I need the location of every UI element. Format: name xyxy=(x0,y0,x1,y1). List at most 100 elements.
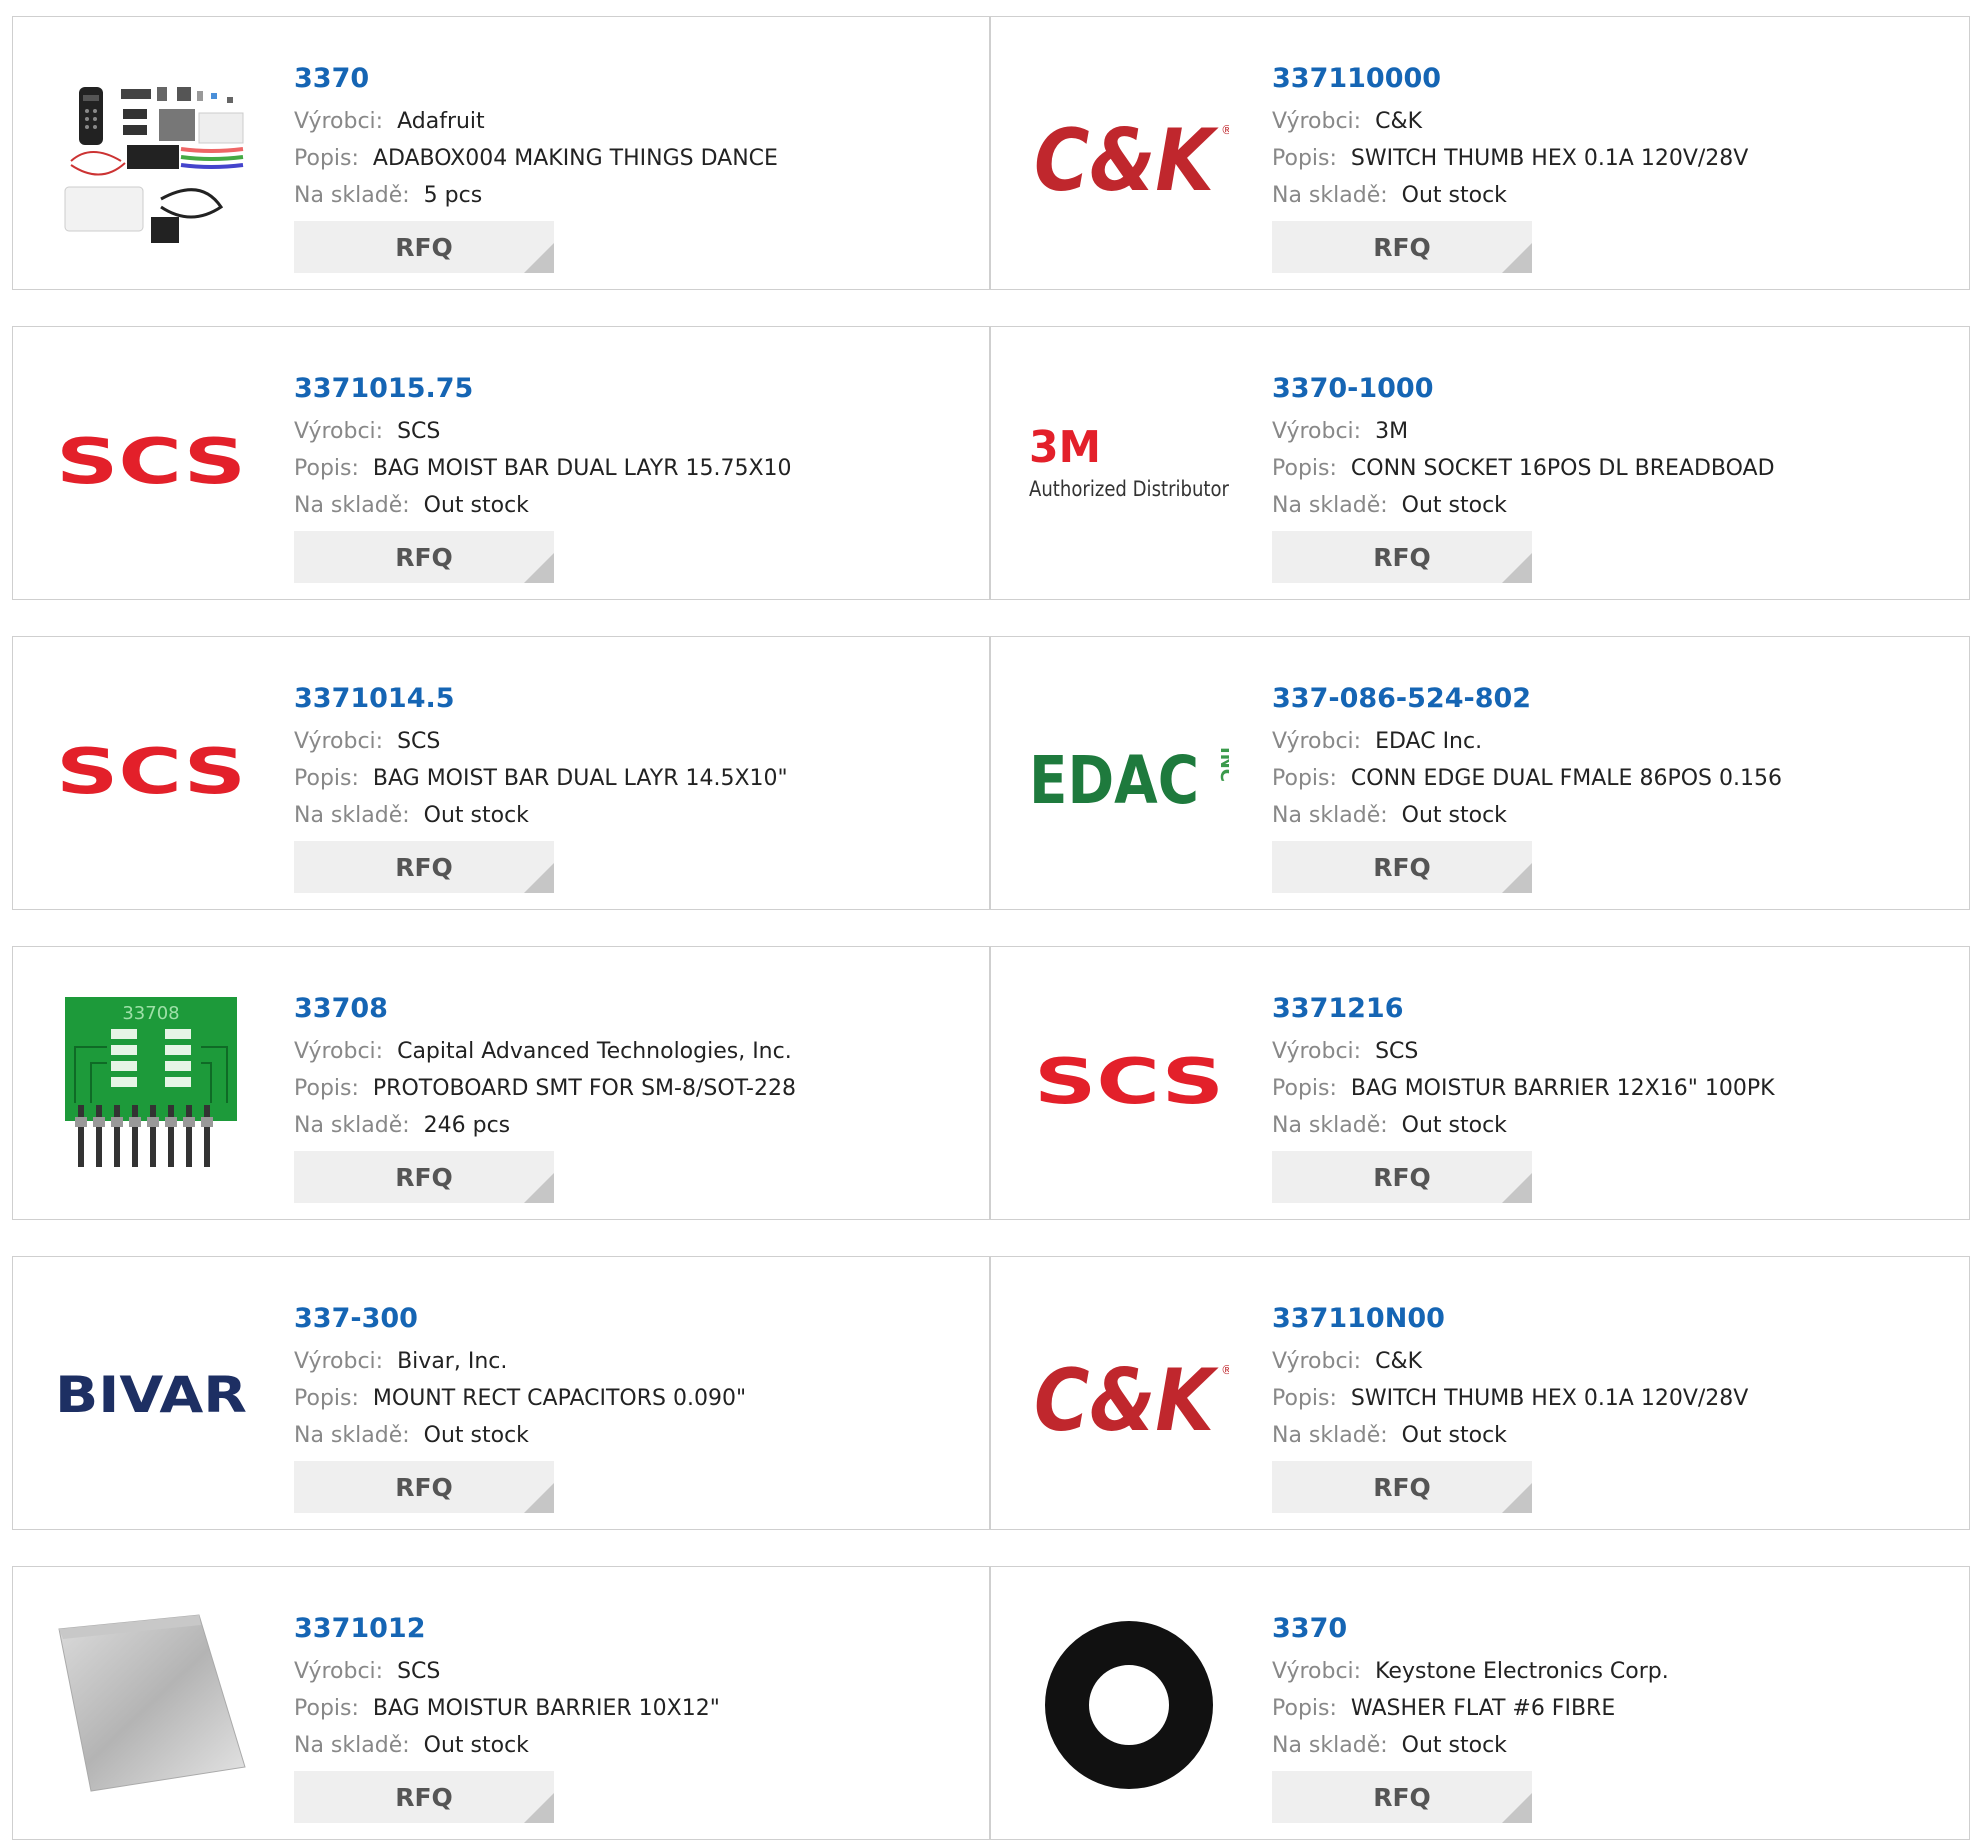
3m-logo: 3M Authorized Distributor xyxy=(1029,422,1229,501)
part-number-link[interactable]: 337110N00 xyxy=(1272,1303,1959,1335)
manufacturer-value: EDAC Inc. xyxy=(1375,729,1483,754)
manufacturer-row: Výrobci: Capital Advanced Technologies, I… xyxy=(294,1033,979,1070)
product-image[interactable]: SCS xyxy=(51,677,251,873)
part-number-link[interactable]: 3371015.75 xyxy=(294,373,979,405)
description-row: Popis: ADABOX004 MAKING THINGS DANCE xyxy=(294,140,979,177)
product-row: 3370 Výrobci: Adafruit Popis: ADABOX004 MA… xyxy=(12,16,1970,292)
part-number-link[interactable]: 3370-1000 xyxy=(1272,373,1959,405)
stock-value: Out stock xyxy=(423,493,529,518)
stock-value: Out stock xyxy=(1401,493,1507,518)
rfq-label: RFQ xyxy=(395,232,453,262)
description-value: BAG MOIST BAR DUAL LAYR 15.75X10 xyxy=(372,456,792,481)
scs-logo-text: SCS xyxy=(56,425,246,498)
product-image[interactable]: SCS xyxy=(1029,987,1229,1183)
part-number-link[interactable]: 337-300 xyxy=(294,1303,979,1335)
product-image[interactable]: 33708 xyxy=(51,987,251,1183)
part-number-link[interactable]: 3371012 xyxy=(294,1613,979,1645)
product-image[interactable]: 3M Authorized Distributor xyxy=(1029,367,1229,563)
rfq-button[interactable]: RFQ xyxy=(1272,221,1532,273)
product-card: 3371012 Výrobci: SCS Popis: BAG MOISTUR BA… xyxy=(12,1566,990,1840)
description-label: Popis: xyxy=(294,1386,359,1411)
stock-value: 246 pcs xyxy=(423,1113,511,1138)
manufacturer-value: 3M xyxy=(1375,419,1409,444)
scs-logo: SCS xyxy=(1034,1045,1224,1118)
description-value: WASHER FLAT #6 FIBRE xyxy=(1350,1696,1616,1721)
description-value: BAG MOISTUR BARRIER 12X16" 100PK xyxy=(1350,1076,1775,1101)
stock-value: Out stock xyxy=(1401,803,1507,828)
description-row: Popis: CONN SOCKET 16POS DL BREADBOAD xyxy=(1272,450,1959,487)
rfq-button[interactable]: RFQ xyxy=(294,1771,554,1823)
manufacturer-label: Výrobci: xyxy=(294,1659,384,1684)
manufacturer-label: Výrobci: xyxy=(294,1039,384,1064)
scs-logo-text: SCS xyxy=(56,735,246,808)
product-row: SCS 3371014.5 Výrobci: SCS Popis: BAG MOIS… xyxy=(12,636,1970,912)
product-info: 337110N00 Výrobci: C&K Popis: SWITCH THUMB… xyxy=(1272,1303,1959,1454)
product-image[interactable]: EDAC INC xyxy=(1029,677,1229,873)
rfq-button[interactable]: RFQ xyxy=(1272,531,1532,583)
rfq-button[interactable]: RFQ xyxy=(294,531,554,583)
description-value: SWITCH THUMB HEX 0.1A 120V/28V xyxy=(1350,1386,1749,1411)
product-info: 3371014.5 Výrobci: SCS Popis: BAG MOIST BA… xyxy=(294,683,979,834)
product-image[interactable] xyxy=(1029,1607,1229,1803)
rfq-label: RFQ xyxy=(395,1782,453,1812)
description-label: Popis: xyxy=(294,1076,359,1101)
rfq-button[interactable]: RFQ xyxy=(294,1151,554,1203)
description-row: Popis: MOUNT RECT CAPACITORS 0.090" xyxy=(294,1380,979,1417)
edac-logo-text: EDAC xyxy=(1029,742,1199,815)
rfq-button[interactable]: RFQ xyxy=(1272,1461,1532,1513)
description-value: CONN EDGE DUAL FMALE 86POS 0.156 xyxy=(1350,766,1782,791)
ck-logo-text: C&K xyxy=(1034,111,1219,210)
rfq-button[interactable]: RFQ xyxy=(1272,1151,1532,1203)
rfq-corner-decoration xyxy=(524,1173,554,1203)
description-label: Popis: xyxy=(294,1696,359,1721)
product-info: 3371216 Výrobci: SCS Popis: BAG MOISTUR BA… xyxy=(1272,993,1959,1144)
product-image[interactable]: BIVAR xyxy=(51,1297,251,1493)
3m-logo-subtitle: Authorized Distributor xyxy=(1029,477,1229,501)
stock-value: Out stock xyxy=(1401,1733,1507,1758)
product-image[interactable]: C&K ® xyxy=(1029,57,1229,253)
part-number-link[interactable]: 3371014.5 xyxy=(294,683,979,715)
product-image[interactable] xyxy=(51,1607,251,1803)
rfq-button[interactable]: RFQ xyxy=(1272,841,1532,893)
manufacturer-row: Výrobci: Adafruit xyxy=(294,103,979,140)
part-number-link[interactable]: 337-086-524-802 xyxy=(1272,683,1959,715)
rfq-label: RFQ xyxy=(1373,1782,1431,1812)
stock-row: Na skladě: Out stock xyxy=(1272,797,1959,834)
rfq-button[interactable]: RFQ xyxy=(294,841,554,893)
stock-row: Na skladě: Out stock xyxy=(1272,177,1959,214)
stock-label: Na skladě: xyxy=(1272,803,1388,828)
part-number-link[interactable]: 3371216 xyxy=(1272,993,1959,1025)
product-card: 3M Authorized Distributor 3370-1000 Výro… xyxy=(990,326,1970,600)
description-label: Popis: xyxy=(294,456,359,481)
stock-row: Na skladě: Out stock xyxy=(1272,487,1959,524)
product-card: 3370 Výrobci: Adafruit Popis: ADABOX004 MA… xyxy=(12,16,990,290)
rfq-label: RFQ xyxy=(1373,232,1431,262)
rfq-button[interactable]: RFQ xyxy=(294,221,554,273)
manufacturer-row: Výrobci: SCS xyxy=(1272,1033,1959,1070)
rfq-label: RFQ xyxy=(395,1162,453,1192)
description-row: Popis: BAG MOIST BAR DUAL LAYR 15.75X10 xyxy=(294,450,979,487)
manufacturer-label: Výrobci: xyxy=(1272,419,1362,444)
stock-label: Na skladě: xyxy=(294,1423,410,1448)
stock-label: Na skladě: xyxy=(294,493,410,518)
stock-value: Out stock xyxy=(423,1733,529,1758)
product-image[interactable]: SCS xyxy=(51,367,251,563)
product-image[interactable] xyxy=(51,57,251,253)
manufacturer-label: Výrobci: xyxy=(1272,109,1362,134)
manufacturer-label: Výrobci: xyxy=(1272,1039,1362,1064)
product-image[interactable]: C&K ® xyxy=(1029,1297,1229,1493)
rfq-button[interactable]: RFQ xyxy=(294,1461,554,1513)
stock-row: Na skladě: 5 pcs xyxy=(294,177,979,214)
rfq-button[interactable]: RFQ xyxy=(1272,1771,1532,1823)
part-number-link[interactable]: 33708 xyxy=(294,993,979,1025)
product-card: 3370 Výrobci: Keystone Electronics Corp. … xyxy=(990,1566,1970,1840)
description-label: Popis: xyxy=(1272,146,1337,171)
kit-photo xyxy=(64,87,244,243)
description-label: Popis: xyxy=(294,766,359,791)
stock-row: Na skladě: 246 pcs xyxy=(294,1107,979,1144)
part-number-link[interactable]: 3370 xyxy=(294,63,979,95)
manufacturer-value: Capital Advanced Technologies, Inc. xyxy=(397,1039,792,1064)
part-number-link[interactable]: 3370 xyxy=(1272,1613,1959,1645)
manufacturer-row: Výrobci: EDAC Inc. xyxy=(1272,723,1959,760)
part-number-link[interactable]: 337110000 xyxy=(1272,63,1959,95)
